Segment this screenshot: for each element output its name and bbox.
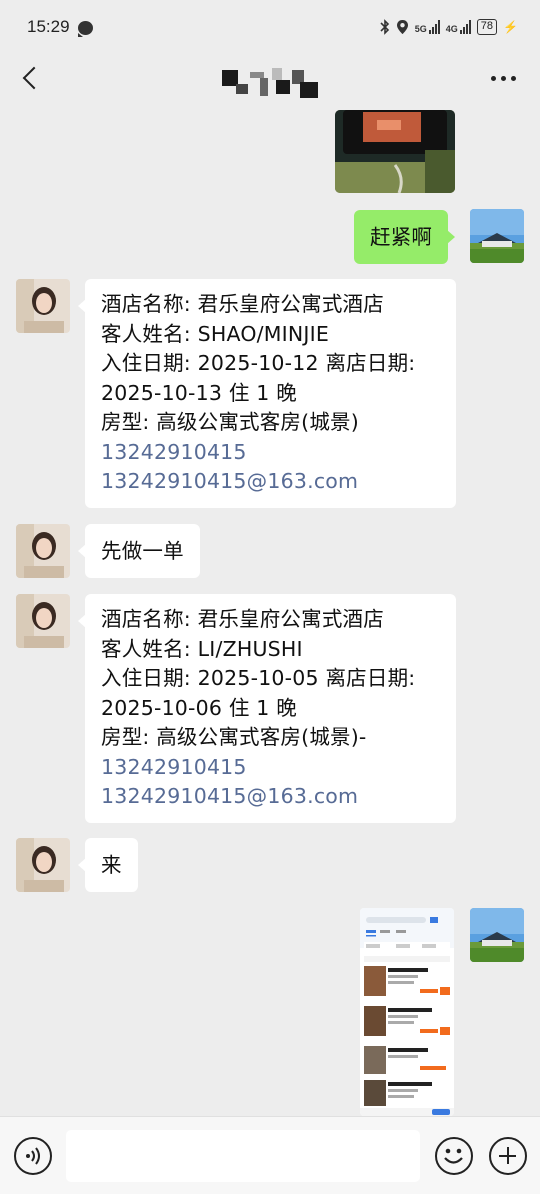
received-message-bubble[interactable]: 先做一单 [78,524,200,578]
message-line: 入住日期: 2025-10-12 离店日期: [101,351,416,375]
email-link[interactable]: 13242910415@163.com [101,467,440,497]
message-text: 先做一单 [101,539,184,563]
signal-5g-icon: 5G [415,20,440,34]
message-line: 酒店名称: 君乐皇府公寓式酒店 [101,292,384,316]
received-message-bubble[interactable]: 酒店名称: 君乐皇府公寓式酒店 客人姓名: LI/ZHUSHI 入住日期: 20… [78,594,456,823]
signal-4g-icon: 4G [446,20,471,34]
message-line: 2025-10-13 住 1 晚 [101,380,297,405]
sent-message-bubble[interactable]: 赶紧啊 [354,210,456,264]
status-icons: 5G 4G 78 ⚡ [380,19,518,35]
email-link[interactable]: 13242910415@163.com [101,782,440,812]
message-line: 客人姓名: SHAO/MINJIE [101,321,330,346]
chat-title-redacted [220,64,320,98]
chat-message-list[interactable]: 赶紧啊 酒店名称: 君乐皇府公寓式酒店 客人姓名: SHAO/MINJIE 入住… [0,102,540,1116]
message-line: 酒店名称: 君乐皇府公寓式酒店 [101,607,384,631]
chat-header [0,56,540,102]
message-text: 赶紧啊 [370,225,433,249]
message-line: 房型: 高级公寓式客房(城景)- [101,725,367,749]
chat-notification-icon [78,21,93,37]
message-text: 来 [101,853,122,877]
voice-icon[interactable] [14,1137,52,1175]
charging-icon: ⚡ [503,20,518,34]
status-bar: 15:29 5G 4G 78 ⚡ [0,0,540,56]
phone-link[interactable]: 13242910415 [101,753,440,783]
bluetooth-icon [380,19,389,35]
contact-avatar[interactable] [16,279,70,333]
message-line: 入住日期: 2025-10-05 离店日期: [101,666,416,690]
back-chevron-icon[interactable] [18,64,48,94]
phone-link[interactable]: 13242910415 [101,438,440,468]
my-avatar[interactable] [470,209,524,263]
message-line: 客人姓名: LI/ZHUSHI [101,636,303,661]
plus-icon[interactable] [489,1137,527,1175]
status-time: 15:29 [27,17,70,36]
input-bar [0,1116,540,1194]
emoji-icon[interactable] [435,1137,473,1175]
contact-avatar[interactable] [16,594,70,648]
message-line: 2025-10-06 住 1 晚 [101,695,297,720]
contact-avatar[interactable] [16,524,70,578]
battery-icon: 78 [476,19,498,35]
my-avatar[interactable] [470,908,524,962]
contact-avatar[interactable] [16,838,70,892]
message-input[interactable] [66,1130,420,1182]
image-message-booking-screenshot[interactable] [360,908,454,1116]
message-line: 房型: 高级公寓式客房(城景) [101,410,359,434]
location-icon [396,20,408,34]
received-message-bubble[interactable]: 来 [78,838,138,892]
more-dots-icon[interactable] [491,76,516,81]
network-5g-label: 5G [414,24,427,34]
image-message-phone-photo[interactable] [335,110,455,193]
network-4g-label: 4G [445,24,458,34]
received-message-bubble[interactable]: 酒店名称: 君乐皇府公寓式酒店 客人姓名: SHAO/MINJIE 入住日期: … [78,279,456,508]
